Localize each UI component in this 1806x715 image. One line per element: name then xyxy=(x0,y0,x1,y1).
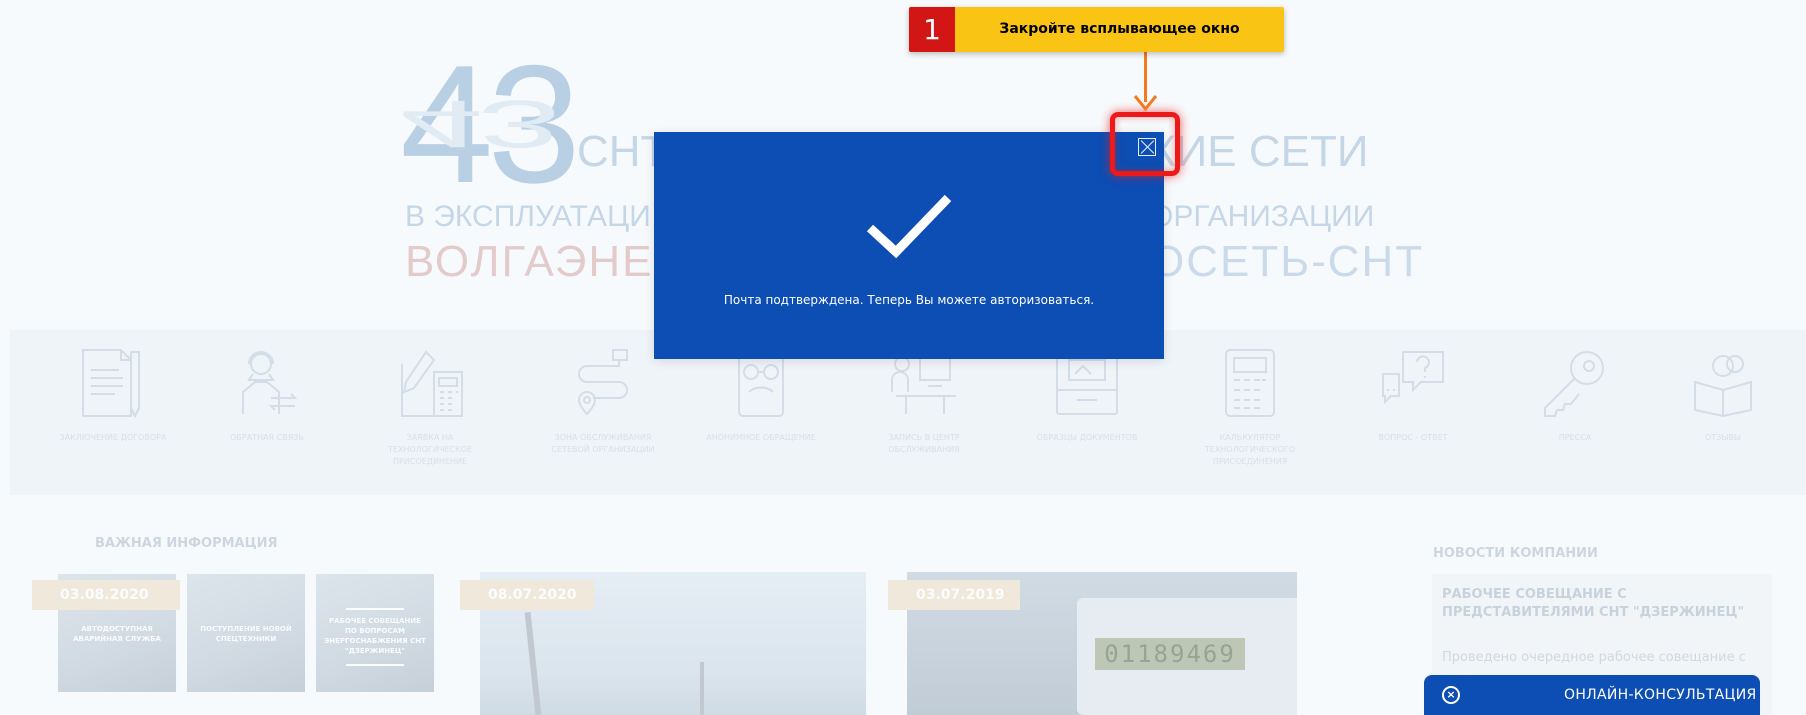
instruction-text: Закройте всплывающее окно xyxy=(999,21,1240,37)
consultation-label: ОНЛАЙН-КОНСУЛЬТАЦИЯ xyxy=(1564,687,1757,703)
modal-message: Почта подтверждена. Теперь Вы можете авт… xyxy=(723,293,1095,307)
close-highlight-box xyxy=(1110,112,1180,176)
close-circle-icon[interactable]: × xyxy=(1442,686,1460,704)
instruction-tooltip: 1 Закройте всплывающее окно xyxy=(909,7,1284,52)
checkmark-icon xyxy=(866,194,952,259)
page-background: 43 43 СНТ КИЕ СЕТИ В ЭКСПЛУАТАЦИ ОРГАНИЗ… xyxy=(0,0,1806,715)
step-number: 1 xyxy=(909,7,955,52)
confirmation-modal: Почта подтверждена. Теперь Вы можете авт… xyxy=(654,132,1164,359)
arrow-down-icon xyxy=(1133,95,1158,112)
online-consultation-bar[interactable]: × ОНЛАЙН-КОНСУЛЬТАЦИЯ xyxy=(1424,675,1760,715)
